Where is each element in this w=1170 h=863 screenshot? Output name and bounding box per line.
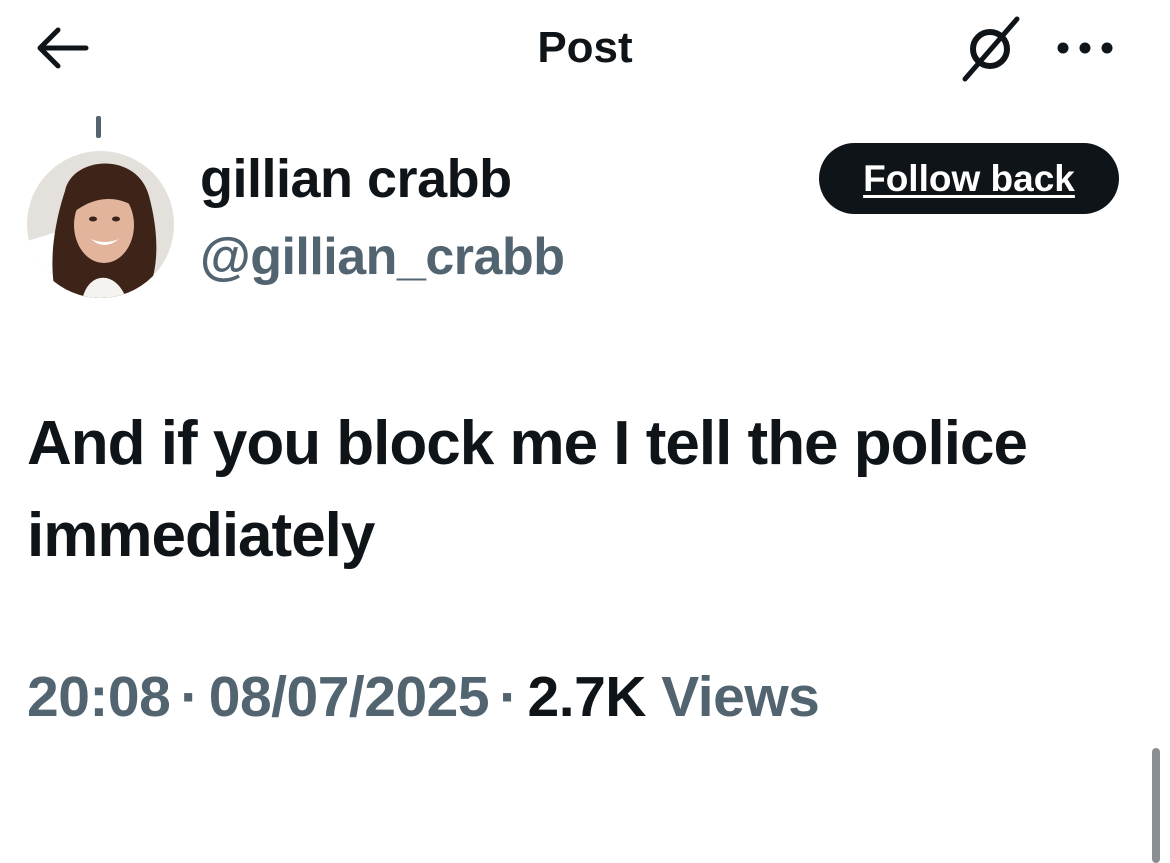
views-count[interactable]: 2.7K [528,665,647,729]
avatar-photo [27,151,174,298]
thread-connector-line [96,116,101,138]
more-options-button[interactable] [1050,22,1120,74]
scrollbar[interactable] [1152,748,1160,863]
views-label[interactable]: Views [661,665,820,729]
top-navigation-bar: Post [0,0,1170,100]
follow-back-button[interactable]: Follow back [819,143,1119,214]
author-display-name[interactable]: gillian crabb [200,148,512,210]
post-time[interactable]: 20:08 [27,665,171,729]
post-metadata: 20:08 · 08/07/2025 · 2.7K Views [27,662,820,732]
grok-icon [962,16,1020,82]
post-text: And if you block me I tell the police im… [27,409,1028,570]
author-handle[interactable]: @gillian_crabb [200,226,565,288]
grok-button[interactable] [950,14,1030,84]
separator-dot: · [180,665,199,729]
post-date[interactable]: 08/07/2025 [209,665,490,729]
separator-dot: · [499,665,518,729]
more-dots-icon [1057,42,1113,54]
avatar[interactable] [27,151,174,298]
